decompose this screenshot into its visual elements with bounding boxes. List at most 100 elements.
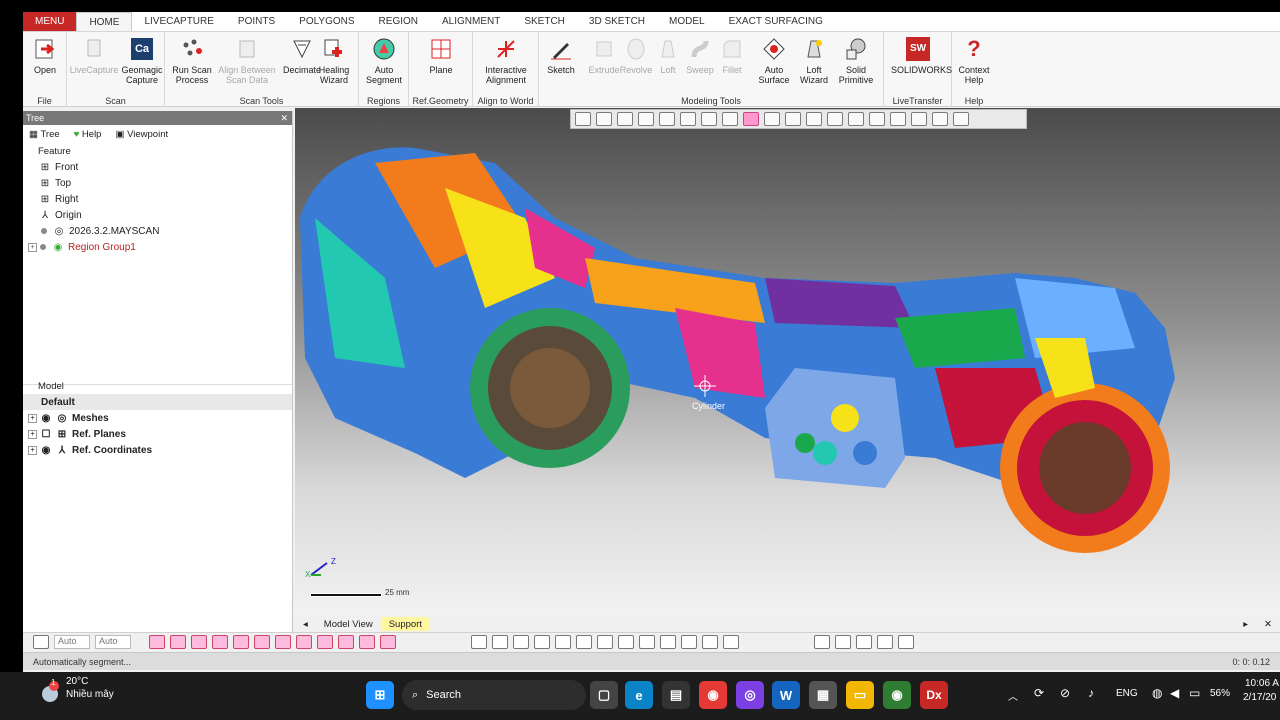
- sync-icon[interactable]: ⟳: [1034, 686, 1044, 700]
- file-icon[interactable]: ▤: [662, 681, 690, 709]
- view-zoom-icon[interactable]: [639, 634, 655, 649]
- view-right-icon[interactable]: [701, 112, 717, 126]
- view-fit-icon[interactable]: [618, 634, 634, 649]
- material-icon[interactable]: [898, 634, 914, 649]
- model-item-meshes[interactable]: + ◉ ◎ Meshes: [23, 410, 292, 426]
- checkbox-icon[interactable]: ☐: [40, 428, 52, 440]
- volume-icon[interactable]: ◀: [1170, 686, 1179, 700]
- clock-date[interactable]: 2/17/20: [1243, 692, 1280, 703]
- close-view-icon[interactable]: ✕: [1256, 617, 1280, 631]
- context-help-button[interactable]: ? Context Help: [947, 36, 1001, 86]
- menu-button[interactable]: MENU: [23, 12, 77, 31]
- language-indicator[interactable]: ENG: [1116, 688, 1138, 699]
- view-pan-icon[interactable]: [660, 634, 676, 649]
- tab-support[interactable]: Support: [380, 617, 430, 631]
- clip-icon[interactable]: [513, 634, 529, 649]
- interactive-alignment-button[interactable]: Interactive Alignment: [479, 36, 533, 85]
- scanned-part-mesh[interactable]: [295, 108, 1280, 616]
- display-body-icon[interactable]: [317, 634, 333, 649]
- texture-icon[interactable]: [835, 634, 851, 649]
- expand-icon[interactable]: +: [28, 413, 37, 423]
- view-front-icon[interactable]: [638, 112, 654, 126]
- model-item-ref-planes[interactable]: + ☐ ⊞ Ref. Planes: [23, 426, 292, 442]
- 3d-viewport[interactable]: Cylinder X Z 25 mm: [295, 108, 1280, 616]
- battery-icon[interactable]: ▭: [1189, 686, 1200, 700]
- display-ref-icon[interactable]: [359, 634, 375, 649]
- select-circle-icon[interactable]: [785, 112, 801, 126]
- display-mesh-icon[interactable]: [170, 634, 186, 649]
- tab-exact-surfacing[interactable]: EXACT SURFACING: [717, 12, 835, 31]
- environment-icon[interactable]: [877, 634, 893, 649]
- view-rotate-icon[interactable]: [681, 634, 697, 649]
- settings-icon[interactable]: [723, 634, 739, 649]
- task-view-icon[interactable]: ▢: [590, 681, 618, 709]
- chrome-profile-icon[interactable]: ◉: [883, 681, 911, 709]
- solid-primitive-button[interactable]: Solid Primitive: [829, 36, 883, 85]
- expand-icon[interactable]: +: [28, 242, 37, 252]
- tab-scroll-left-icon[interactable]: ◂: [295, 617, 316, 631]
- visibility-dot[interactable]: [40, 244, 46, 250]
- measure-icon[interactable]: [471, 634, 487, 649]
- display-feature-icon[interactable]: [296, 634, 312, 649]
- section-icon[interactable]: [492, 634, 508, 649]
- view-box-icon[interactable]: [617, 112, 633, 126]
- calculator-icon[interactable]: ▦: [809, 681, 837, 709]
- tree-item-mayscan[interactable]: ◎ 2026.3.2.MAYSCAN: [23, 223, 292, 239]
- chrome-icon[interactable]: ◉: [699, 681, 727, 709]
- curvature-icon[interactable]: [555, 634, 571, 649]
- tab-scroll-right-icon[interactable]: ▸: [1235, 617, 1256, 631]
- tab-model-view[interactable]: Model View: [316, 617, 381, 631]
- model-default[interactable]: Default: [23, 394, 292, 410]
- livecapture-button[interactable]: LiveCapture: [67, 36, 121, 75]
- tab-tree[interactable]: ▦ Tree: [29, 129, 60, 140]
- display-section-icon[interactable]: [380, 634, 396, 649]
- tab-polygons[interactable]: POLYGONS: [287, 12, 366, 31]
- snapshot-icon[interactable]: [702, 634, 718, 649]
- tab-viewpoint[interactable]: ▣ Viewpoint: [115, 129, 168, 140]
- select-brush-icon[interactable]: [869, 112, 885, 126]
- tab-points[interactable]: POINTS: [226, 12, 287, 31]
- tree-item-top[interactable]: ⊞ Top: [23, 175, 292, 191]
- expand-icon[interactable]: +: [28, 445, 37, 455]
- select-paint-icon[interactable]: [890, 112, 906, 126]
- deviation-icon[interactable]: [534, 634, 550, 649]
- healing-wizard-button[interactable]: Healing Wizard: [307, 36, 361, 85]
- folder-icon[interactable]: ▭: [846, 681, 874, 709]
- tab-home[interactable]: HOME: [76, 12, 133, 31]
- tab-alignment[interactable]: ALIGNMENT: [430, 12, 512, 31]
- design-x-icon[interactable]: Dx: [920, 681, 948, 709]
- view-top-icon[interactable]: [722, 112, 738, 126]
- display-shaded-icon[interactable]: [212, 634, 228, 649]
- network-off-icon[interactable]: ⊘: [1060, 686, 1070, 700]
- visible-only-icon[interactable]: [953, 112, 969, 126]
- auto-dropdown-1[interactable]: Auto: [54, 634, 90, 649]
- display-sketch-icon[interactable]: [338, 634, 354, 649]
- select-lasso-icon[interactable]: [848, 112, 864, 126]
- geomagic-capture-button[interactable]: Ca Geomagic Capture: [115, 36, 169, 85]
- select-freeform-icon[interactable]: [827, 112, 843, 126]
- display-edge-icon[interactable]: [254, 634, 270, 649]
- close-icon[interactable]: ✕: [280, 113, 288, 124]
- display-region-icon[interactable]: [275, 634, 291, 649]
- start-button[interactable]: ⊞: [366, 681, 394, 709]
- view-cube-icon[interactable]: [596, 112, 612, 126]
- tab-livecapture[interactable]: LIVECAPTURE: [132, 12, 225, 31]
- open-button[interactable]: Open: [23, 36, 72, 75]
- tab-region[interactable]: REGION: [367, 12, 430, 31]
- weather-icon[interactable]: [38, 680, 62, 704]
- mic-icon[interactable]: ♪: [1088, 686, 1094, 700]
- box-select-icon[interactable]: [576, 634, 592, 649]
- align-between-scan-data-button[interactable]: Align Between Scan Data: [217, 36, 277, 85]
- solidworks-button[interactable]: SW SOLIDWORKS: [891, 36, 952, 75]
- view-iso-icon[interactable]: [597, 634, 613, 649]
- tab-model[interactable]: MODEL: [657, 12, 717, 31]
- view-left-icon[interactable]: [680, 112, 696, 126]
- taskbar-search[interactable]: ⌕ Search: [402, 680, 586, 710]
- run-scan-process-button[interactable]: Run Scan Process: [165, 36, 219, 85]
- tray-chevron-icon[interactable]: ︿: [1008, 688, 1018, 703]
- app-icon[interactable]: ◎: [736, 681, 764, 709]
- display-points-icon[interactable]: [191, 634, 207, 649]
- view-back-icon[interactable]: [659, 112, 675, 126]
- grid-icon[interactable]: [33, 634, 49, 649]
- word-icon[interactable]: W: [772, 681, 800, 709]
